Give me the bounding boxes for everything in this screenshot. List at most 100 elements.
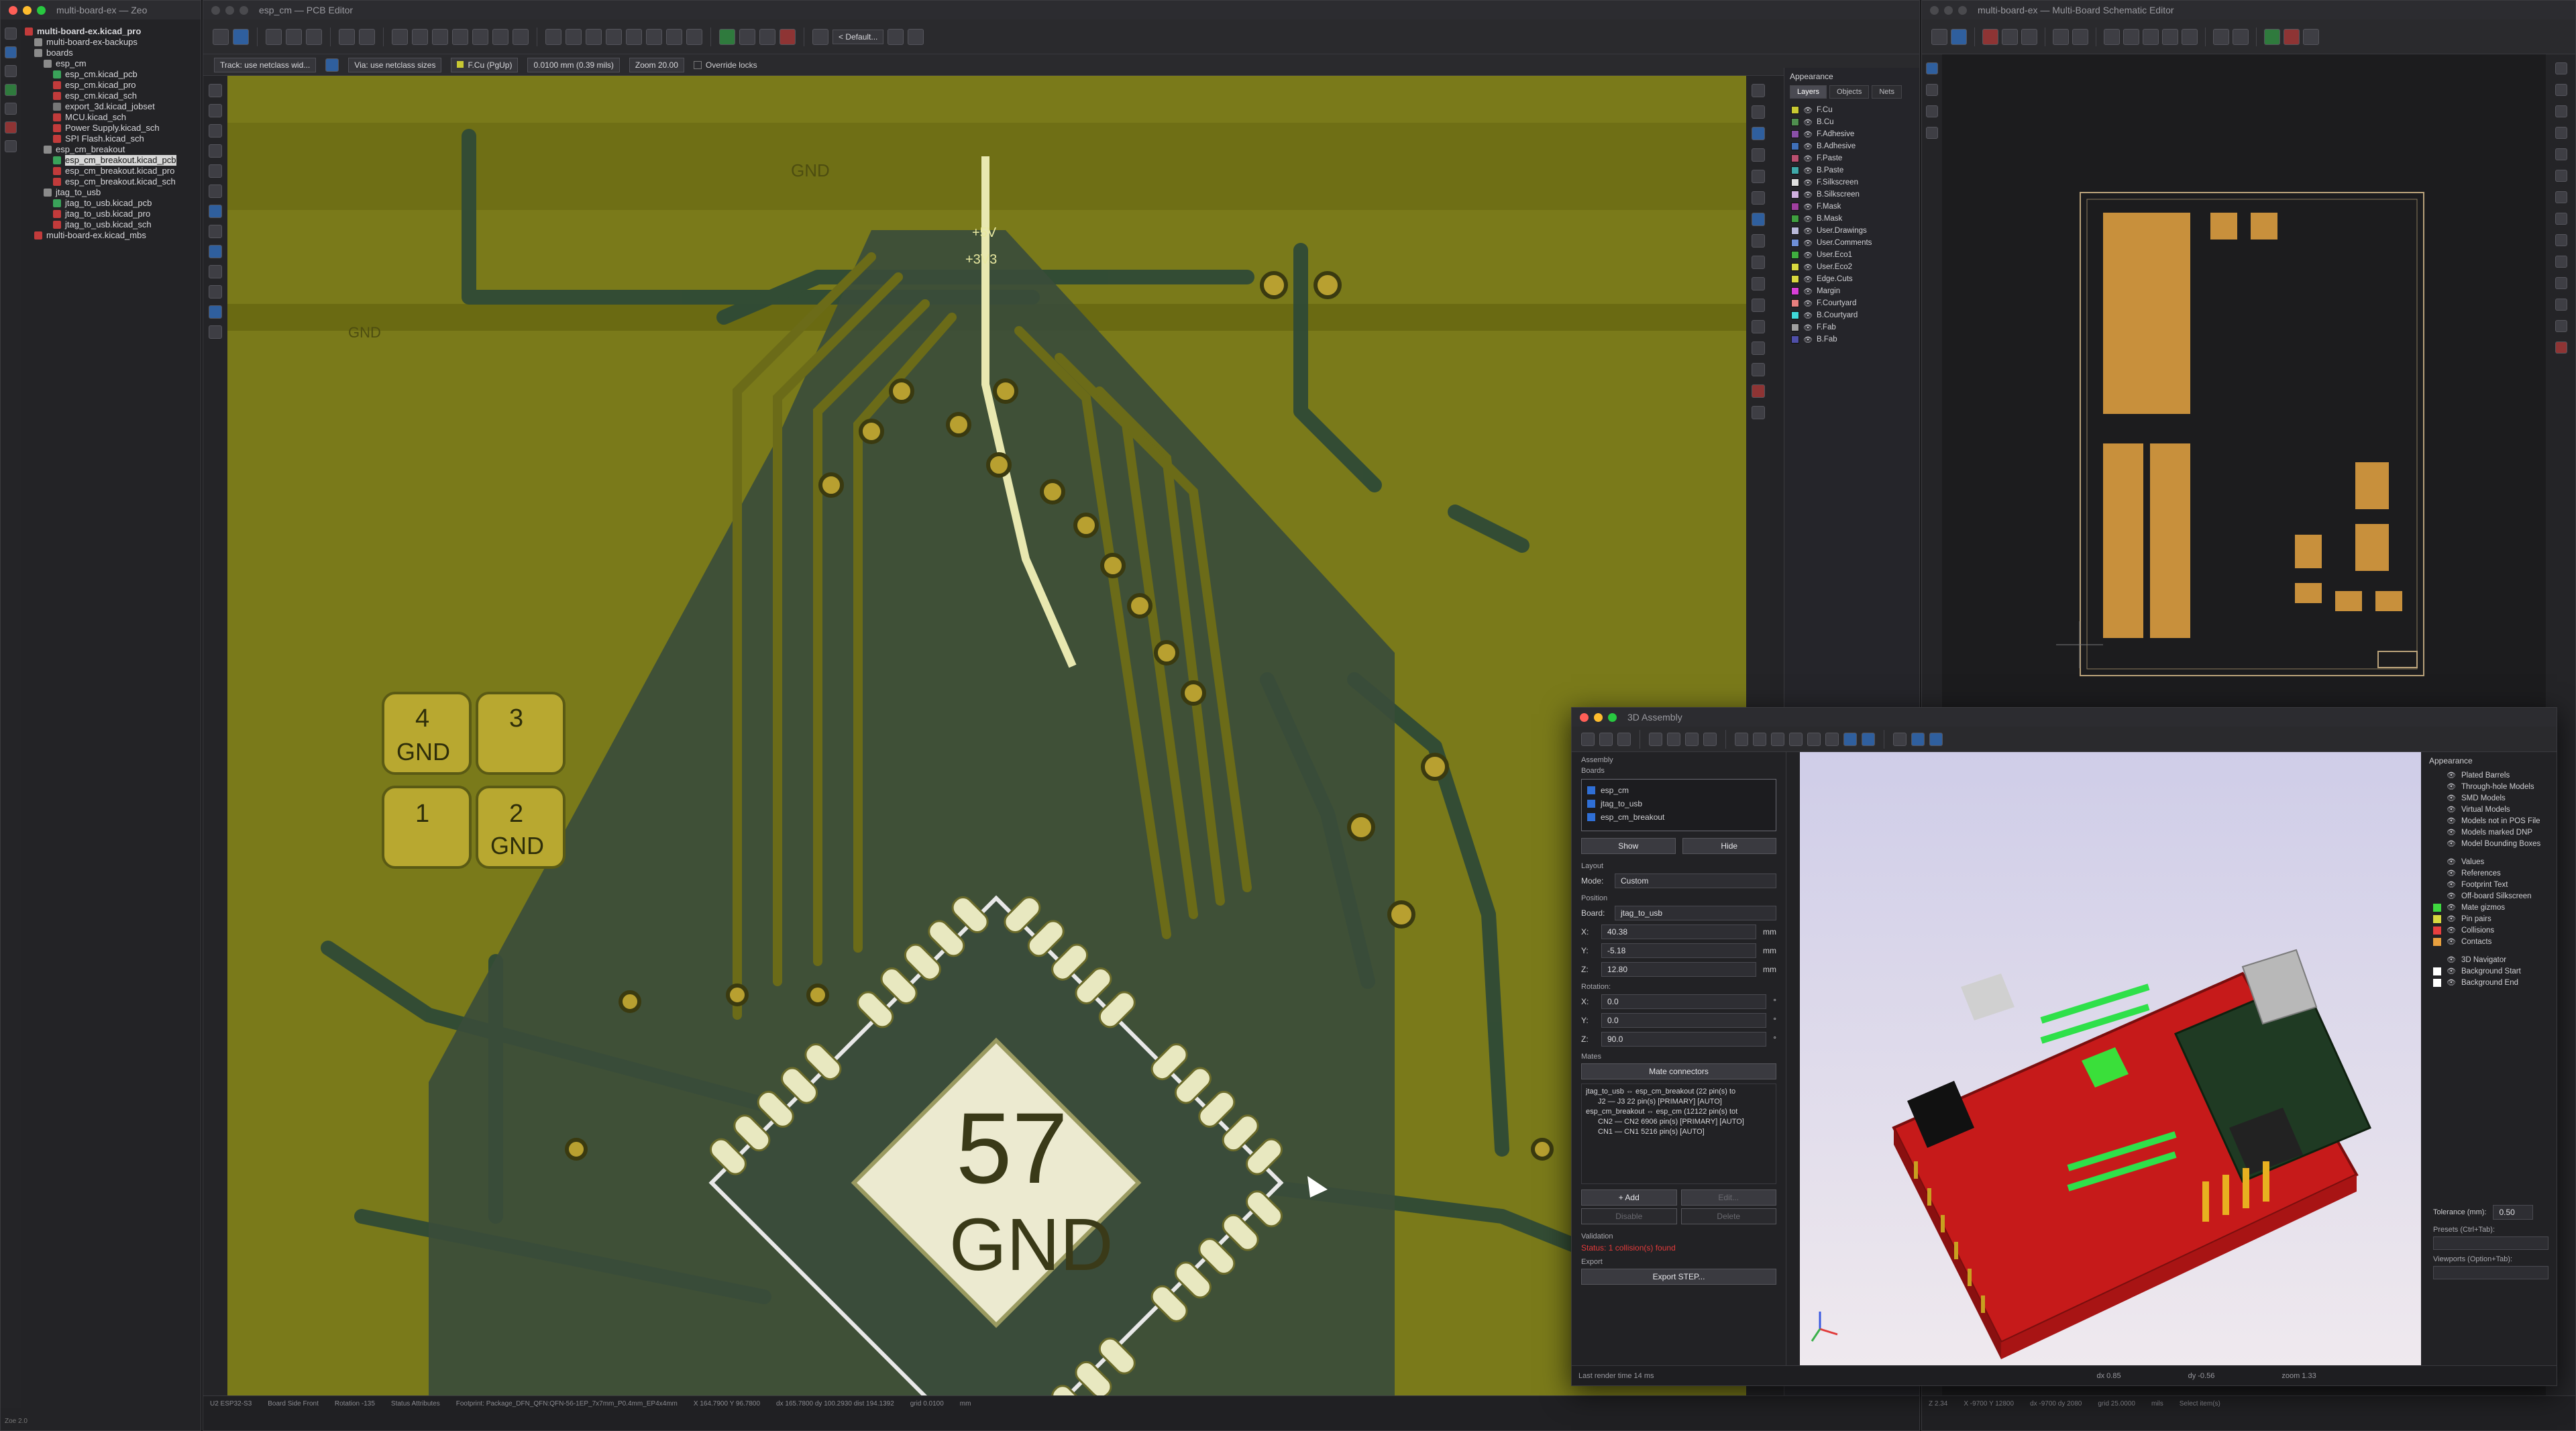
save-icon[interactable] bbox=[1931, 28, 1947, 45]
layer-color-icon[interactable] bbox=[1791, 323, 1799, 331]
visibility-icon[interactable]: 👁 bbox=[1803, 275, 1813, 284]
layer-color-icon[interactable] bbox=[1791, 142, 1799, 150]
x-position-input[interactable]: 40.38 bbox=[1601, 924, 1756, 939]
appearance-item[interactable]: 👁 Background Start bbox=[2424, 965, 2557, 977]
appearance-swatch-icon[interactable] bbox=[2433, 937, 2441, 946]
appearance-item[interactable]: 👁 Through-hole Models bbox=[2424, 781, 2557, 792]
drc-icon[interactable] bbox=[780, 28, 796, 45]
appearance-swatch-icon[interactable] bbox=[2433, 817, 2441, 825]
delete-tool-icon[interactable] bbox=[1752, 384, 1765, 398]
appearance-item[interactable]: 👁 Contacts bbox=[2424, 936, 2557, 947]
ray-trace-icon[interactable] bbox=[1617, 732, 1631, 746]
maximize-icon[interactable] bbox=[239, 5, 248, 15]
add-rect-icon[interactable] bbox=[2555, 256, 2567, 268]
visibility-icon[interactable]: 👁 bbox=[1803, 154, 1813, 163]
layer-row[interactable]: 👁 F.Cu bbox=[1784, 104, 1919, 116]
layer-pair-icon[interactable] bbox=[812, 28, 828, 45]
pad-fill-icon[interactable] bbox=[209, 184, 222, 198]
zoom-in-icon[interactable] bbox=[432, 28, 448, 45]
visibility-icon[interactable]: 👁 bbox=[1803, 142, 1813, 151]
x-rotation-input[interactable]: 0.0 bbox=[1601, 994, 1767, 1009]
ortho-icon[interactable] bbox=[1893, 732, 1907, 746]
layer-color-icon[interactable] bbox=[1791, 203, 1799, 211]
visibility-icon[interactable]: 👁 bbox=[1803, 178, 1813, 187]
zoom-select[interactable]: Zoom 20.00 bbox=[629, 57, 684, 72]
layer-row[interactable]: 👁 B.Mask bbox=[1784, 213, 1919, 225]
layer-color-icon[interactable] bbox=[1791, 118, 1799, 126]
maximize-icon[interactable] bbox=[1608, 712, 1617, 722]
appearance-item[interactable]: 👁 Off-board Silkscreen bbox=[2424, 890, 2557, 902]
draw-rect-icon[interactable] bbox=[1752, 277, 1765, 290]
appearance-item[interactable]: 👁 Mate gizmos bbox=[2424, 902, 2557, 913]
board-select[interactable]: jtag_to_usb bbox=[1615, 906, 1776, 920]
mirror-icon[interactable] bbox=[2233, 28, 2249, 45]
visibility-icon[interactable]: 👁 bbox=[1803, 166, 1813, 175]
appearance-item[interactable]: 👁 Virtual Models bbox=[2424, 804, 2557, 815]
visibility-icon[interactable]: 👁 bbox=[1803, 263, 1813, 272]
appearance-swatch-icon[interactable] bbox=[2433, 881, 2441, 889]
rotate-y-icon[interactable] bbox=[1753, 732, 1766, 746]
calculator-icon[interactable] bbox=[5, 121, 17, 134]
visibility-icon[interactable]: 👁 bbox=[2447, 978, 2456, 987]
visibility-icon[interactable]: 👁 bbox=[2447, 816, 2456, 825]
grid-toggle-icon[interactable] bbox=[1926, 62, 1938, 74]
add-arc-icon[interactable] bbox=[2555, 299, 2567, 311]
add-text-icon[interactable] bbox=[2555, 213, 2567, 225]
layer-color-icon[interactable] bbox=[1791, 275, 1799, 283]
move-right-icon[interactable] bbox=[1825, 732, 1839, 746]
refresh-icon[interactable] bbox=[412, 28, 428, 45]
appearance-tab[interactable]: Layers bbox=[1790, 85, 1827, 99]
visibility-icon[interactable]: 👁 bbox=[2447, 794, 2456, 802]
visibility-icon[interactable]: 👁 bbox=[2447, 805, 2456, 814]
mate-row[interactable]: jtag_to_usb ⇔ esp_cm_breakout (22 pin(s)… bbox=[1586, 1087, 1772, 1097]
export-step-button[interactable]: Export STEP... bbox=[1581, 1269, 1776, 1285]
layer-row[interactable]: 👁 F.Courtyard bbox=[1784, 297, 1919, 309]
flip-icon[interactable] bbox=[1789, 732, 1803, 746]
zoom-objects-icon[interactable] bbox=[2182, 28, 2198, 45]
lock-icon[interactable] bbox=[666, 28, 682, 45]
mate-row[interactable]: CN2 — CN2 6906 pin(s) [PRIMARY] [AUTO] bbox=[1586, 1117, 1772, 1127]
layer-color-icon[interactable] bbox=[1791, 106, 1799, 114]
visibility-icon[interactable]: 👁 bbox=[1803, 118, 1813, 127]
visibility-icon[interactable]: 👁 bbox=[2447, 771, 2456, 780]
schematic-editor-icon[interactable] bbox=[5, 65, 17, 77]
disable-mate-button[interactable]: Disable bbox=[1581, 1208, 1677, 1224]
open-project-icon[interactable] bbox=[5, 46, 17, 58]
tree-item[interactable]: esp_cm_breakout bbox=[25, 144, 197, 155]
erc-icon[interactable] bbox=[2284, 28, 2300, 45]
page-settings-icon[interactable] bbox=[266, 28, 282, 45]
preset-select[interactable]: < Default... bbox=[833, 29, 884, 44]
appearance-item[interactable]: 👁 Values bbox=[2424, 856, 2557, 867]
add-power-icon[interactable] bbox=[2555, 105, 2567, 117]
show-button[interactable]: Show bbox=[1581, 838, 1676, 854]
mate-row[interactable]: J2 — J3 22 pin(s) [PRIMARY] [AUTO] bbox=[1586, 1097, 1772, 1107]
print-icon[interactable] bbox=[286, 28, 302, 45]
add-circle-icon[interactable] bbox=[2555, 277, 2567, 289]
layer-color-icon[interactable] bbox=[1791, 311, 1799, 319]
update-from-schematic-icon[interactable] bbox=[759, 28, 775, 45]
board-row[interactable]: jtag_to_usb bbox=[1587, 797, 1770, 810]
layer-row[interactable]: 👁 User.Eco1 bbox=[1784, 249, 1919, 261]
find-icon[interactable] bbox=[392, 28, 408, 45]
override-locks-checkbox[interactable]: Override locks bbox=[693, 60, 757, 70]
visibility-icon[interactable]: 👁 bbox=[1803, 311, 1813, 320]
tree-item[interactable]: esp_cm_breakout.kicad_pcb bbox=[25, 155, 197, 166]
cursor-icon[interactable] bbox=[1926, 105, 1938, 117]
visibility-icon[interactable]: 👁 bbox=[1803, 287, 1813, 296]
zoom-out-icon[interactable] bbox=[1685, 732, 1699, 746]
tune-length-icon[interactable] bbox=[1752, 170, 1765, 183]
zoom-out-icon[interactable] bbox=[2143, 28, 2159, 45]
zoom-in-icon[interactable] bbox=[2123, 28, 2139, 45]
highcontrast-icon[interactable] bbox=[209, 265, 222, 278]
appearance-item[interactable]: 👁 Pin pairs bbox=[2424, 913, 2557, 924]
zoom-out-icon[interactable] bbox=[452, 28, 468, 45]
visibility-icon[interactable]: 👁 bbox=[1803, 203, 1813, 211]
mate-row[interactable]: esp_cm_breakout ⇔ esp_cm (12122 pin(s) t… bbox=[1586, 1107, 1772, 1117]
board-checkbox[interactable] bbox=[1587, 800, 1595, 808]
add-mate-button[interactable]: + Add bbox=[1581, 1189, 1677, 1206]
appearance-swatch-icon[interactable] bbox=[2433, 903, 2441, 912]
track-outline-icon[interactable] bbox=[209, 225, 222, 238]
viewports-select[interactable] bbox=[2433, 1266, 2548, 1279]
visibility-icon[interactable]: 👁 bbox=[1803, 130, 1813, 139]
rotate-z-icon[interactable] bbox=[1771, 732, 1784, 746]
